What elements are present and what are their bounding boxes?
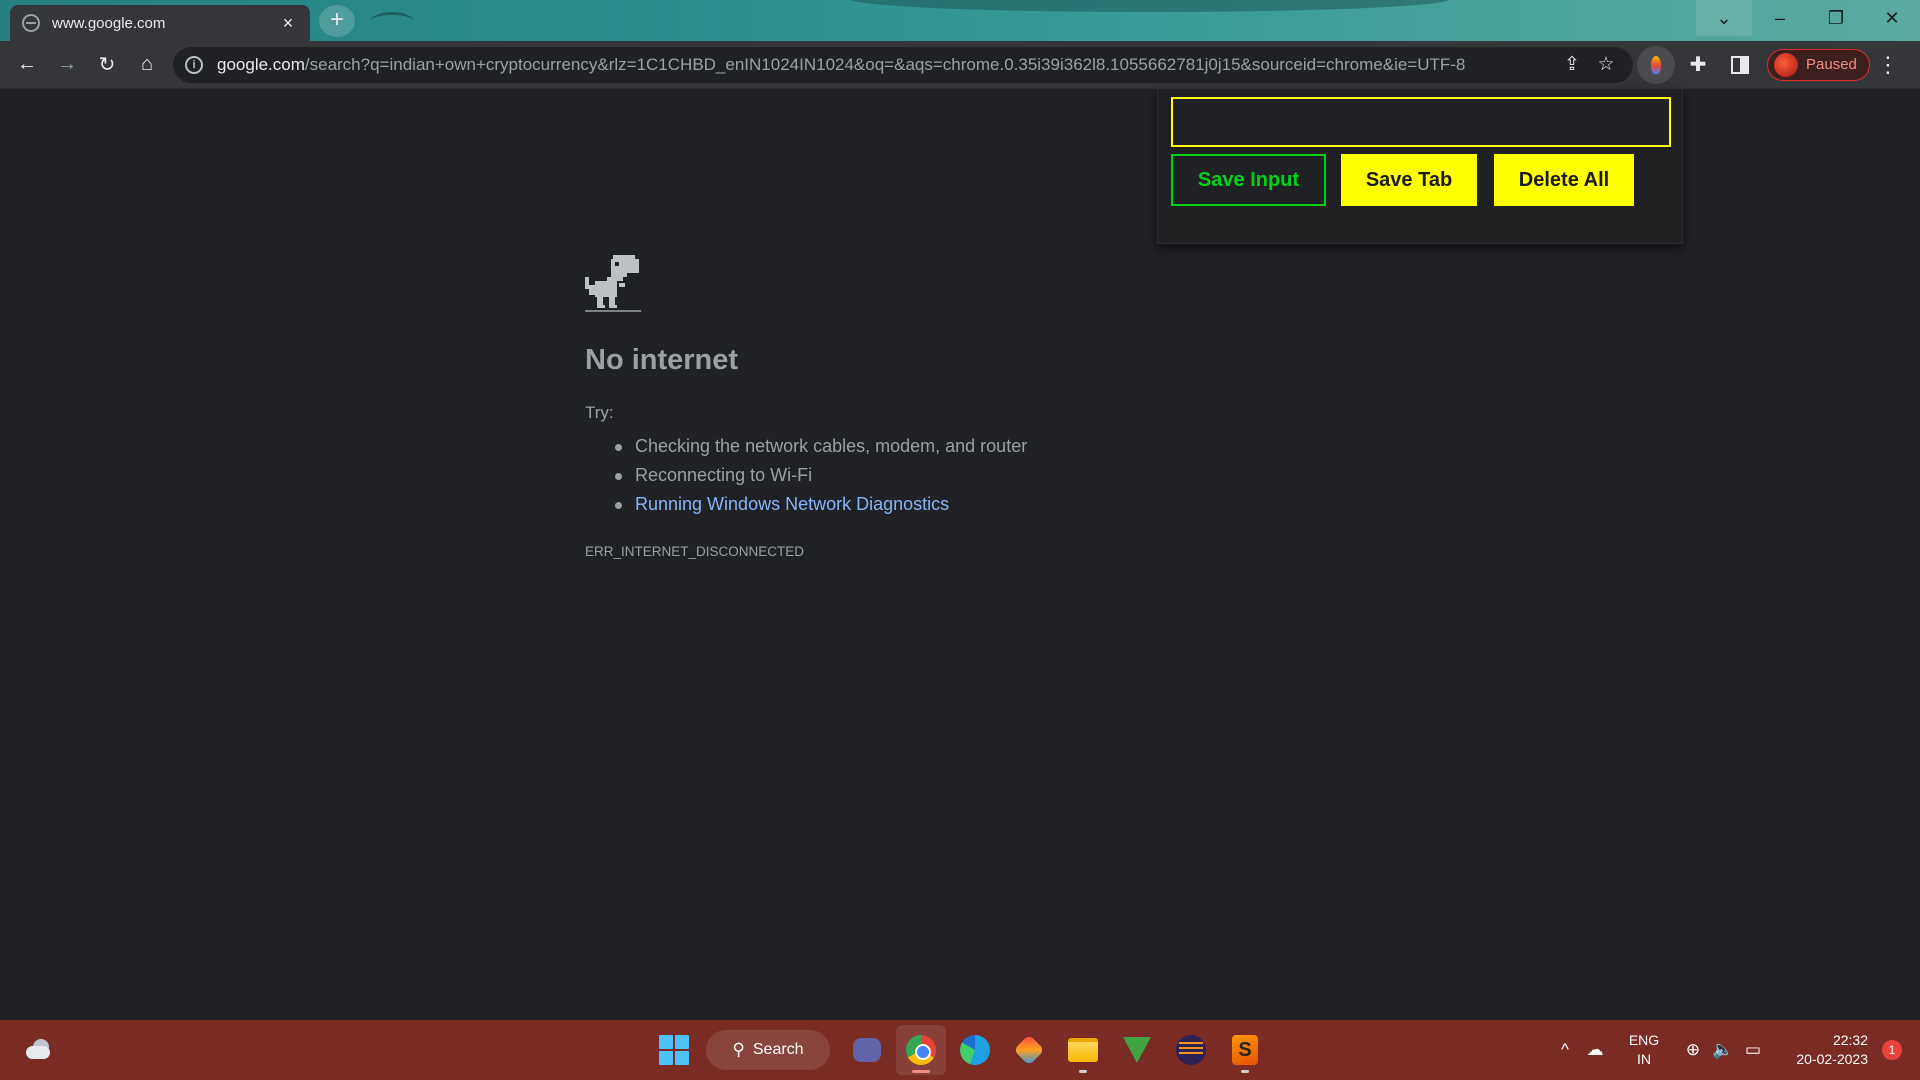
- teams-glyph: [853, 1038, 881, 1062]
- taskbar-search-label: Search: [752, 1041, 804, 1058]
- chrome-glyph: [906, 1035, 936, 1065]
- lang-line2: IN: [1637, 1051, 1651, 1067]
- edge-glyph: [960, 1035, 990, 1065]
- restore-button[interactable]: ❐: [1808, 0, 1864, 36]
- edge-icon[interactable]: [950, 1025, 1000, 1075]
- windows-taskbar: ⚲ Search S ^ ☁ ENG IN ⊕ 🔈 ▭ 22:32 20-02-…: [0, 1020, 1920, 1080]
- flame-icon: [1651, 55, 1661, 74]
- save-tab-button[interactable]: Save Tab: [1341, 154, 1477, 206]
- suggestion-check-cables: Checking the network cables, modem, and …: [615, 432, 1345, 461]
- save-input-field[interactable]: [1171, 97, 1671, 147]
- network-icon[interactable]: ⊕: [1678, 1040, 1708, 1060]
- new-tab-button[interactable]: +: [319, 5, 355, 37]
- cloud-shape: [26, 1046, 50, 1059]
- puzzle-icon: ✚: [1689, 54, 1707, 76]
- lang-line1: ENG: [1628, 1032, 1660, 1048]
- volume-icon[interactable]: 🔈: [1708, 1040, 1738, 1060]
- url-path: /search?q=indian+own+cryptocurrency&rlz=…: [304, 54, 1466, 74]
- try-label: Try:: [585, 403, 614, 422]
- globe-icon: [22, 14, 40, 32]
- eclipse-glyph: [1176, 1035, 1206, 1065]
- paint-glyph: [1013, 1034, 1045, 1066]
- bookmark-star-icon[interactable]: ☆: [1589, 48, 1623, 82]
- taskbar-search-button[interactable]: ⚲ Search: [706, 1030, 830, 1070]
- browser-tab-google[interactable]: www.google.com ×: [10, 5, 310, 41]
- home-button[interactable]: ⌂: [127, 45, 167, 85]
- extensions-puzzle-icon[interactable]: ✚: [1679, 46, 1717, 84]
- reload-button[interactable]: ↻: [87, 45, 127, 85]
- offline-error-page: No internet Try: Checking the network ca…: [585, 255, 1345, 559]
- run-network-diagnostics-link[interactable]: Running Windows Network Diagnostics: [615, 490, 1345, 519]
- url-host: google.com: [217, 54, 305, 74]
- extension-flame-icon[interactable]: [1637, 45, 1675, 84]
- clock-time: 22:32: [1832, 1032, 1868, 1048]
- suggestion-reconnect-wifi: Reconnecting to Wi-Fi: [615, 461, 1345, 490]
- battery-icon[interactable]: ▭: [1738, 1040, 1768, 1060]
- profile-paused-button[interactable]: Paused: [1767, 48, 1870, 81]
- onedrive-icon[interactable]: ☁: [1580, 1040, 1610, 1060]
- system-tray: ^ ☁ ENG IN ⊕ 🔈 ▭ 22:32 20-02-2023 1: [1550, 1020, 1920, 1080]
- tab-title: www.google.com: [52, 14, 166, 32]
- vim-icon[interactable]: [1112, 1025, 1162, 1075]
- close-window-button[interactable]: ✕: [1864, 0, 1920, 36]
- taskbar-apps: ⚲ Search S: [650, 1020, 1272, 1080]
- window-controls: ⌄ – ❐ ✕: [1696, 0, 1920, 36]
- tab-search-button[interactable]: ⌄: [1696, 0, 1752, 36]
- close-tab-icon[interactable]: ×: [278, 13, 298, 34]
- side-panel-button[interactable]: [1721, 46, 1759, 84]
- save-input-button[interactable]: Save Input: [1171, 154, 1326, 206]
- clock[interactable]: 22:32 20-02-2023: [1780, 1031, 1868, 1069]
- suggestion-list: Checking the network cables, modem, and …: [585, 432, 1345, 519]
- sublime-glyph: S: [1232, 1035, 1258, 1065]
- delete-all-button[interactable]: Delete All: [1494, 154, 1634, 206]
- file-explorer-icon[interactable]: [1058, 1025, 1108, 1075]
- extension-popup: Save Input Save Tab Delete All: [1157, 88, 1683, 244]
- sublime-text-icon[interactable]: S: [1220, 1025, 1270, 1075]
- dinosaur-icon: [585, 255, 641, 312]
- side-panel-icon: [1731, 55, 1749, 74]
- clock-date: 20-02-2023: [1796, 1051, 1868, 1067]
- notification-badge[interactable]: 1: [1882, 1040, 1902, 1060]
- chrome-menu-icon[interactable]: ⋮: [1870, 52, 1906, 78]
- show-hidden-icons-chevron-icon[interactable]: ^: [1550, 1040, 1580, 1060]
- url-text[interactable]: google.com/search?q=indian+own+cryptocur…: [217, 55, 1555, 75]
- title-bar: www.google.com × + ⌄ – ❐ ✕: [0, 0, 1920, 41]
- site-info-icon[interactable]: i: [185, 55, 203, 74]
- weather-widget-icon[interactable]: [24, 1037, 52, 1061]
- share-icon[interactable]: ⇪: [1555, 48, 1589, 82]
- eclipse-icon[interactable]: [1166, 1025, 1216, 1075]
- windows-start-icon[interactable]: [659, 1035, 689, 1065]
- teams-meet-icon[interactable]: [842, 1025, 892, 1075]
- minimize-button[interactable]: –: [1752, 0, 1808, 36]
- language-indicator[interactable]: ENG IN: [1616, 1031, 1672, 1069]
- error-heading: No internet: [585, 344, 739, 376]
- wallpaper-wave: [850, 0, 1450, 12]
- error-code: ERR_INTERNET_DISCONNECTED: [585, 544, 805, 559]
- avatar: [1774, 52, 1798, 77]
- wallpaper-bird: [370, 12, 414, 32]
- vim-glyph: [1123, 1037, 1151, 1063]
- back-button[interactable]: ←: [7, 45, 47, 85]
- search-icon: ⚲: [732, 1040, 745, 1059]
- folder-glyph: [1068, 1038, 1098, 1062]
- forward-button[interactable]: →: [47, 45, 87, 85]
- browser-toolbar: ← → ↻ ⌂ i google.com/search?q=indian+own…: [0, 41, 1920, 89]
- chrome-icon[interactable]: [896, 1025, 946, 1075]
- paint-icon[interactable]: [1004, 1025, 1054, 1075]
- profile-status-label: Paused: [1806, 56, 1857, 73]
- address-bar[interactable]: i google.com/search?q=indian+own+cryptoc…: [173, 46, 1633, 83]
